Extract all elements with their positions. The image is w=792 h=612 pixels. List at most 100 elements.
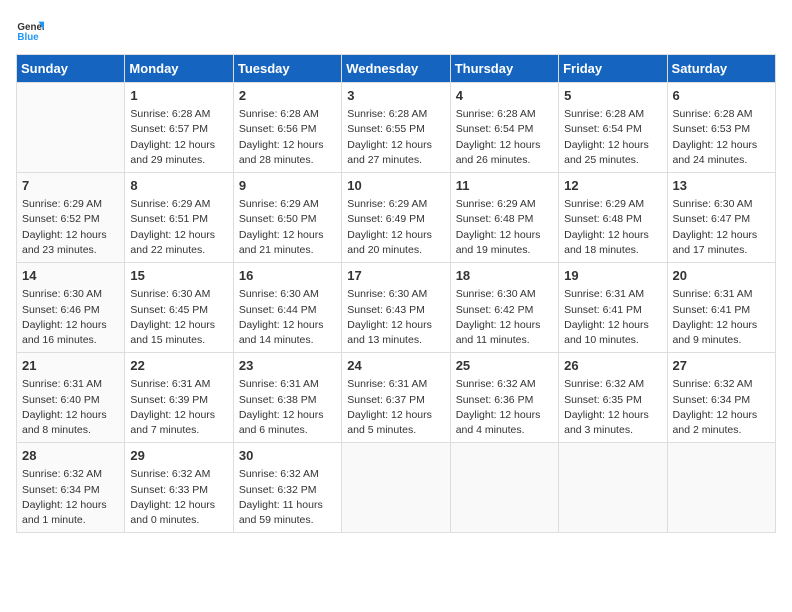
day-number: 29: [130, 447, 227, 465]
day-number: 25: [456, 357, 553, 375]
day-info: Sunrise: 6:29 AM Sunset: 6:48 PM Dayligh…: [456, 197, 553, 258]
logo: General Blue: [16, 16, 44, 44]
calendar-cell: [450, 443, 558, 533]
calendar-cell: 5 Sunrise: 6:28 AM Sunset: 6:54 PM Daylig…: [559, 83, 667, 173]
calendar-cell: 16 Sunrise: 6:30 AM Sunset: 6:44 PM Dayli…: [233, 263, 341, 353]
day-info: Sunrise: 6:30 AM Sunset: 6:46 PM Dayligh…: [22, 287, 119, 348]
day-number: 13: [673, 177, 770, 195]
calendar-cell: 28Sunrise: 6:32 AM Sunset: 6:34 PM Dayli…: [17, 443, 125, 533]
day-number: 3: [347, 87, 444, 105]
calendar-cell: [342, 443, 450, 533]
day-info: Sunrise: 6:28 AM Sunset: 6:53 PM Dayligh…: [673, 107, 770, 168]
calendar-cell: 18 Sunrise: 6:30 AM Sunset: 6:42 PM Dayli…: [450, 263, 558, 353]
day-number: 16: [239, 267, 336, 285]
day-info: Sunrise: 6:29 AM Sunset: 6:52 PM Dayligh…: [22, 197, 119, 258]
day-number: 19: [564, 267, 661, 285]
calendar-cell: 4Sunrise: 6:28 AM Sunset: 6:54 PM Daylig…: [450, 83, 558, 173]
day-info: Sunrise: 6:32 AM Sunset: 6:32 PM Dayligh…: [239, 467, 336, 528]
calendar-table: SundayMondayTuesdayWednesdayThursdayFrid…: [16, 54, 776, 533]
day-info: Sunrise: 6:28 AM Sunset: 6:56 PM Dayligh…: [239, 107, 336, 168]
calendar-cell: 19 Sunrise: 6:31 AM Sunset: 6:41 PM Dayli…: [559, 263, 667, 353]
calendar-cell: 20 Sunrise: 6:31 AM Sunset: 6:41 PM Dayli…: [667, 263, 775, 353]
day-header-tuesday: Tuesday: [233, 55, 341, 83]
day-info: Sunrise: 6:29 AM Sunset: 6:49 PM Dayligh…: [347, 197, 444, 258]
day-info: Sunrise: 6:28 AM Sunset: 6:54 PM Dayligh…: [564, 107, 661, 168]
day-number: 12: [564, 177, 661, 195]
calendar-cell: [559, 443, 667, 533]
day-number: 7: [22, 177, 119, 195]
day-header-saturday: Saturday: [667, 55, 775, 83]
calendar-cell: 13 Sunrise: 6:30 AM Sunset: 6:47 PM Dayli…: [667, 173, 775, 263]
day-info: Sunrise: 6:31 AM Sunset: 6:37 PM Dayligh…: [347, 377, 444, 438]
calendar-cell: 2 Sunrise: 6:28 AM Sunset: 6:56 PM Daylig…: [233, 83, 341, 173]
day-info: Sunrise: 6:31 AM Sunset: 6:39 PM Dayligh…: [130, 377, 227, 438]
calendar-cell: 3 Sunrise: 6:28 AM Sunset: 6:55 PM Daylig…: [342, 83, 450, 173]
day-number: 10: [347, 177, 444, 195]
day-number: 6: [673, 87, 770, 105]
day-info: Sunrise: 6:29 AM Sunset: 6:50 PM Dayligh…: [239, 197, 336, 258]
calendar-cell: 15Sunrise: 6:30 AM Sunset: 6:45 PM Dayli…: [125, 263, 233, 353]
day-info: Sunrise: 6:31 AM Sunset: 6:41 PM Dayligh…: [564, 287, 661, 348]
calendar-cell: 24 Sunrise: 6:31 AM Sunset: 6:37 PM Dayli…: [342, 353, 450, 443]
day-info: Sunrise: 6:32 AM Sunset: 6:34 PM Dayligh…: [22, 467, 119, 528]
calendar-cell: 26 Sunrise: 6:32 AM Sunset: 6:35 PM Dayli…: [559, 353, 667, 443]
calendar-cell: 25 Sunrise: 6:32 AM Sunset: 6:36 PM Dayli…: [450, 353, 558, 443]
day-info: Sunrise: 6:32 AM Sunset: 6:34 PM Dayligh…: [673, 377, 770, 438]
calendar-cell: [17, 83, 125, 173]
day-number: 20: [673, 267, 770, 285]
day-number: 24: [347, 357, 444, 375]
day-number: 22: [130, 357, 227, 375]
day-number: 11: [456, 177, 553, 195]
day-number: 27: [673, 357, 770, 375]
day-number: 23: [239, 357, 336, 375]
day-info: Sunrise: 6:32 AM Sunset: 6:33 PM Dayligh…: [130, 467, 227, 528]
calendar-cell: 10 Sunrise: 6:29 AM Sunset: 6:49 PM Dayli…: [342, 173, 450, 263]
day-number: 4: [456, 87, 553, 105]
calendar-cell: [667, 443, 775, 533]
day-info: Sunrise: 6:31 AM Sunset: 6:38 PM Dayligh…: [239, 377, 336, 438]
day-number: 17: [347, 267, 444, 285]
day-info: Sunrise: 6:31 AM Sunset: 6:40 PM Dayligh…: [22, 377, 119, 438]
calendar-cell: 29 Sunrise: 6:32 AM Sunset: 6:33 PM Dayli…: [125, 443, 233, 533]
day-header-friday: Friday: [559, 55, 667, 83]
day-number: 1: [130, 87, 227, 105]
calendar-cell: 11 Sunrise: 6:29 AM Sunset: 6:48 PM Dayli…: [450, 173, 558, 263]
calendar-cell: 14 Sunrise: 6:30 AM Sunset: 6:46 PM Dayli…: [17, 263, 125, 353]
day-header-monday: Monday: [125, 55, 233, 83]
day-info: Sunrise: 6:32 AM Sunset: 6:35 PM Dayligh…: [564, 377, 661, 438]
day-info: Sunrise: 6:28 AM Sunset: 6:57 PM Dayligh…: [130, 107, 227, 168]
day-info: Sunrise: 6:32 AM Sunset: 6:36 PM Dayligh…: [456, 377, 553, 438]
day-number: 30: [239, 447, 336, 465]
day-number: 9: [239, 177, 336, 195]
calendar-cell: 23 Sunrise: 6:31 AM Sunset: 6:38 PM Dayli…: [233, 353, 341, 443]
day-number: 21: [22, 357, 119, 375]
day-number: 5: [564, 87, 661, 105]
day-number: 14: [22, 267, 119, 285]
day-number: 26: [564, 357, 661, 375]
day-info: Sunrise: 6:31 AM Sunset: 6:41 PM Dayligh…: [673, 287, 770, 348]
day-info: Sunrise: 6:30 AM Sunset: 6:44 PM Dayligh…: [239, 287, 336, 348]
day-info: Sunrise: 6:29 AM Sunset: 6:48 PM Dayligh…: [564, 197, 661, 258]
svg-text:Blue: Blue: [17, 32, 39, 43]
day-info: Sunrise: 6:29 AM Sunset: 6:51 PM Dayligh…: [130, 197, 227, 258]
calendar-cell: 30 Sunrise: 6:32 AM Sunset: 6:32 PM Dayli…: [233, 443, 341, 533]
day-header-sunday: Sunday: [17, 55, 125, 83]
calendar-cell: 8 Sunrise: 6:29 AM Sunset: 6:51 PM Daylig…: [125, 173, 233, 263]
calendar-cell: 12 Sunrise: 6:29 AM Sunset: 6:48 PM Dayli…: [559, 173, 667, 263]
day-header-thursday: Thursday: [450, 55, 558, 83]
day-header-wednesday: Wednesday: [342, 55, 450, 83]
day-number: 8: [130, 177, 227, 195]
day-info: Sunrise: 6:30 AM Sunset: 6:43 PM Dayligh…: [347, 287, 444, 348]
logo-icon: General Blue: [16, 16, 44, 44]
calendar-cell: 27 Sunrise: 6:32 AM Sunset: 6:34 PM Dayli…: [667, 353, 775, 443]
day-number: 18: [456, 267, 553, 285]
calendar-cell: 17 Sunrise: 6:30 AM Sunset: 6:43 PM Dayli…: [342, 263, 450, 353]
calendar-cell: 6 Sunrise: 6:28 AM Sunset: 6:53 PM Daylig…: [667, 83, 775, 173]
calendar-cell: 9 Sunrise: 6:29 AM Sunset: 6:50 PM Daylig…: [233, 173, 341, 263]
day-number: 2: [239, 87, 336, 105]
day-info: Sunrise: 6:30 AM Sunset: 6:42 PM Dayligh…: [456, 287, 553, 348]
calendar-cell: 21 Sunrise: 6:31 AM Sunset: 6:40 PM Dayli…: [17, 353, 125, 443]
day-info: Sunrise: 6:28 AM Sunset: 6:55 PM Dayligh…: [347, 107, 444, 168]
calendar-cell: 1 Sunrise: 6:28 AM Sunset: 6:57 PM Daylig…: [125, 83, 233, 173]
day-info: Sunrise: 6:30 AM Sunset: 6:47 PM Dayligh…: [673, 197, 770, 258]
